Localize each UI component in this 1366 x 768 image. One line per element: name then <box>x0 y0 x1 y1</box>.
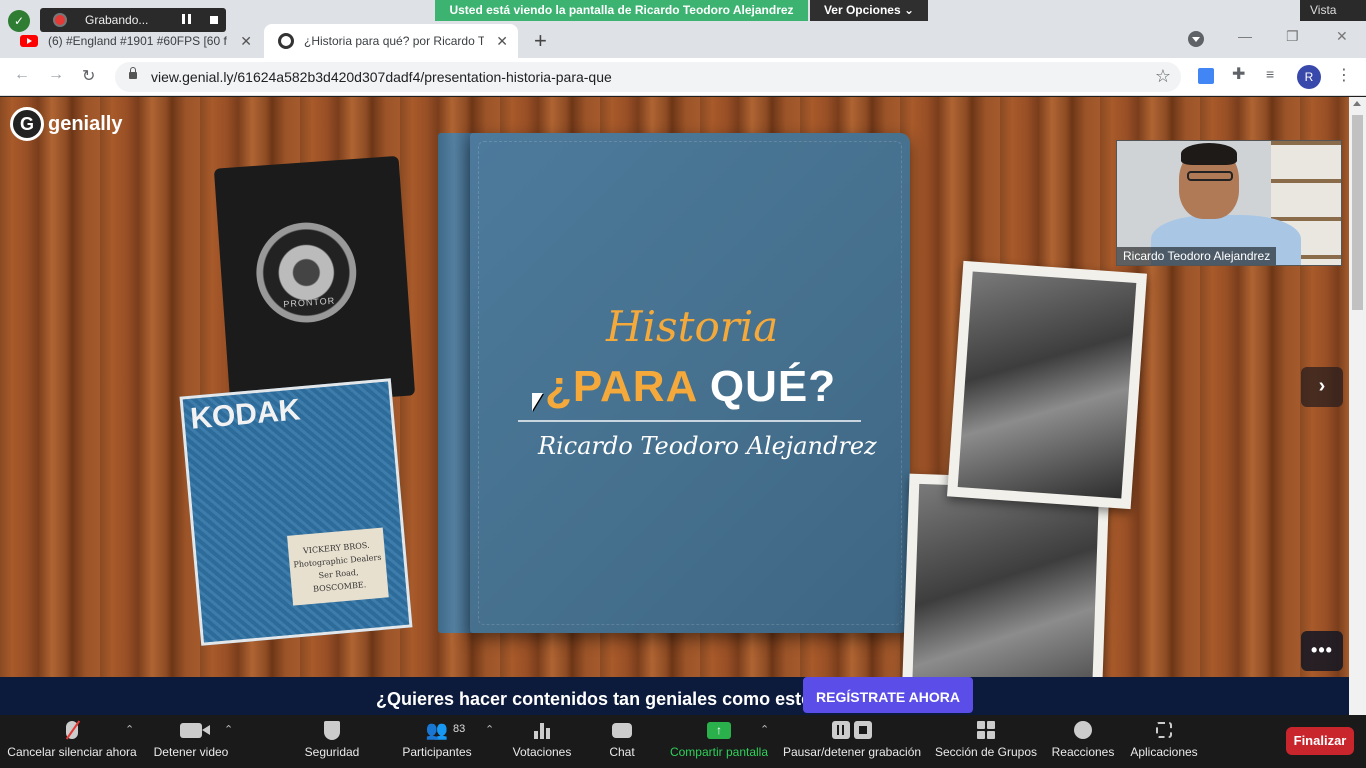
shield-icon <box>324 720 340 740</box>
restore-icon[interactable]: ❐ <box>1286 28 1299 45</box>
camera-lens <box>252 219 360 326</box>
address-bar[interactable]: view.genial.ly/61624a582b3d420d307dadf4/… <box>115 62 1181 92</box>
screen: ✓ Grabando... Usted está viendo la panta… <box>0 0 1366 768</box>
old-photo-family <box>946 260 1148 510</box>
tab-search-icon[interactable] <box>1188 31 1204 47</box>
tab-genially[interactable]: ¿Historia para qué? por Ricardo T ✕ <box>264 24 518 58</box>
participant-video-tile[interactable]: Ricardo Teodoro Alejandrez <box>1116 140 1342 266</box>
reactions-icon <box>1074 721 1092 739</box>
chat-icon <box>612 722 632 738</box>
forward-icon[interactable]: → <box>48 66 64 84</box>
stop-video-button[interactable]: Detener video <box>150 715 232 768</box>
promo-bar: ¿Quieres hacer contenidos tan geniales c… <box>0 677 1349 717</box>
breakout-rooms-button[interactable]: Sección de Grupos <box>934 715 1038 768</box>
promo-text: ¿Quieres hacer contenidos tan geniales c… <box>376 689 823 709</box>
next-slide-button[interactable]: › <box>1301 367 1343 407</box>
new-tab-icon[interactable]: + <box>534 28 547 54</box>
tab-youtube[interactable]: (6) #England #1901 #60FPS [60 f ✕ <box>12 24 262 58</box>
genially-brand: genially <box>48 112 123 135</box>
pause-icon[interactable] <box>832 721 850 739</box>
genially-logo[interactable]: G genially <box>10 107 122 141</box>
vickery-card: VICKERY BROS. Photographic Dealers Ser R… <box>287 527 389 606</box>
docs-extension-icon[interactable] <box>1198 68 1214 84</box>
genially-icon <box>278 33 294 49</box>
youtube-icon <box>20 35 38 47</box>
browser-menu-icon[interactable]: ⋮ <box>1336 65 1352 85</box>
apps-icon <box>1156 722 1172 738</box>
more-options-button[interactable]: ••• <box>1301 631 1343 671</box>
share-screen-button[interactable]: ↑ Compartir pantalla <box>667 715 771 768</box>
kodak-booklet-image: KODAK VICKERY BROS. Photographic Dealers… <box>179 378 413 646</box>
participants-icon: 👥 <box>425 719 449 740</box>
book-spine <box>438 133 474 633</box>
vintage-camera-image: PRONTOR <box>213 152 417 409</box>
minimize-icon[interactable]: — <box>1238 28 1252 44</box>
share-options-caret-icon[interactable]: ⌃ <box>760 723 769 736</box>
screen-share-banner: Usted está viendo la pantalla de Ricardo… <box>435 0 808 21</box>
tab-title: ¿Historia para qué? por Ricardo T <box>304 34 484 48</box>
mouse-cursor-icon <box>532 393 543 411</box>
end-meeting-button[interactable]: Finalizar <box>1286 727 1354 755</box>
close-tab-icon[interactable]: ✕ <box>496 33 508 50</box>
chat-button[interactable]: Chat <box>600 715 644 768</box>
register-button[interactable]: REGÍSTRATE AHORA <box>803 677 973 713</box>
tab-title: (6) #England #1901 #60FPS [60 f <box>48 34 227 48</box>
polls-icon <box>534 721 550 739</box>
back-icon[interactable]: ← <box>14 66 30 84</box>
security-button[interactable]: Seguridad <box>300 715 364 768</box>
reactions-button[interactable]: Reacciones <box>1050 715 1116 768</box>
unmute-button[interactable]: Cancelar silenciar ahora <box>6 715 138 768</box>
polls-button[interactable]: Votaciones <box>510 715 574 768</box>
media-control-icon[interactable]: ≡ <box>1266 66 1282 82</box>
extensions-puzzle-icon[interactable]: ✚ <box>1232 64 1248 83</box>
page-scrollbar[interactable] <box>1349 97 1366 715</box>
view-options-button[interactable]: Ver Opciones ⌄ <box>810 0 928 21</box>
window-close-icon[interactable]: ✕ <box>1336 28 1348 45</box>
slide-title-script: Historia <box>606 302 779 351</box>
apps-button[interactable]: Aplicaciones <box>1128 715 1200 768</box>
breakout-rooms-icon <box>977 721 995 739</box>
scroll-up-icon[interactable] <box>1353 101 1361 106</box>
view-button[interactable]: Vista <box>1300 0 1366 21</box>
recording-controls-button[interactable]: Pausar/detener grabación <box>782 715 922 768</box>
browser-tab-strip: ✓ Grabando... Usted está viendo la panta… <box>0 0 1366 58</box>
title-divider <box>518 420 861 422</box>
stop-icon[interactable] <box>854 721 872 739</box>
slide-title-main: ¿PARA QUÉ? <box>545 362 836 412</box>
participants-count: 83 <box>453 723 466 735</box>
url-text: view.genial.ly/61624a582b3d420d307dadf4/… <box>151 69 612 85</box>
reload-icon[interactable]: ↻ <box>82 66 95 86</box>
participant-name: Ricardo Teodoro Alejandrez <box>1117 247 1277 265</box>
muted-mic-icon <box>66 721 78 739</box>
video-options-caret-icon[interactable]: ⌃ <box>224 723 233 736</box>
video-camera-icon <box>180 722 210 738</box>
title-para: ¿PARA <box>545 362 697 411</box>
scroll-thumb[interactable] <box>1352 115 1363 310</box>
lock-icon[interactable] <box>129 67 137 79</box>
browser-toolbar: ← → ↻ view.genial.ly/61624a582b3d420d307… <box>0 58 1366 96</box>
bookmark-star-icon[interactable]: ☆ <box>1155 66 1171 87</box>
close-tab-icon[interactable]: ✕ <box>240 33 252 50</box>
profile-avatar[interactable]: R <box>1297 65 1321 89</box>
participants-caret-icon[interactable]: ⌃ <box>485 723 494 736</box>
title-que: QUÉ? <box>709 362 837 411</box>
zoom-toolbar: Cancelar silenciar ahora ⌃ Detener video… <box>0 715 1366 768</box>
slide-author: Ricardo Teodoro Alejandrez <box>538 432 877 460</box>
stop-recording-icon[interactable] <box>210 16 218 24</box>
genially-logo-icon: G <box>10 107 44 141</box>
share-screen-icon: ↑ <box>707 721 731 739</box>
audio-options-caret-icon[interactable]: ⌃ <box>125 723 134 736</box>
view-label: Vista <box>1310 3 1337 17</box>
pause-recording-icon[interactable] <box>182 14 191 24</box>
